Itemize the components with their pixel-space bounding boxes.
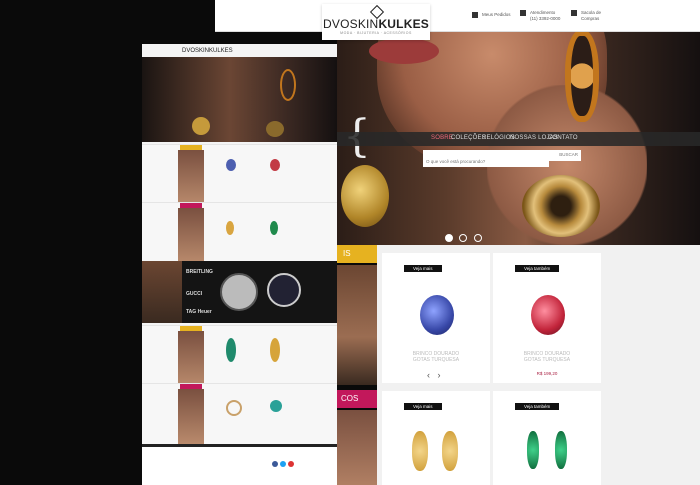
preview-ring-2 (266, 121, 284, 137)
nav-item-colecoes[interactable]: COLEÇÕES (451, 135, 486, 141)
cart-label: Sacola de (581, 10, 602, 16)
next-arrow-icon[interactable]: › (438, 370, 441, 380)
carousel-dots (445, 229, 484, 245)
earring-image (565, 30, 599, 122)
section-label-text: COS (341, 394, 359, 403)
preview-earring-gold (226, 221, 234, 235)
product-card[interactable]: Veja também (493, 391, 601, 485)
carousel-dot-3[interactable] (473, 234, 482, 242)
carousel-dot-1[interactable] (445, 234, 453, 242)
product-price: R$ 199,20 (536, 371, 558, 376)
preview-bracelet (226, 400, 242, 416)
preview-watch-face-2 (267, 273, 301, 307)
bag-icon (571, 10, 577, 16)
brand-logo[interactable]: DVOSKINKULKES MODA · BIJUTERIA · ACESSÓR… (322, 4, 430, 40)
cart-link[interactable]: Sacola de Compras (571, 10, 601, 21)
preview-earring (280, 69, 296, 101)
gem-ring-image (522, 175, 600, 237)
product-name: BRINCO DOURADO GOTAS TURQUESA (412, 351, 460, 363)
section-label-pink: COS (337, 390, 377, 408)
products-grid: Veja mais BRINCO DOURADO GOTAS TURQUESA … (377, 245, 700, 485)
preview-logo: DVOSKINKULKES (182, 48, 233, 54)
orders-icon (472, 12, 478, 18)
service-phone: (11) 3392-0000 (530, 16, 561, 21)
preview-ring-blue (226, 159, 236, 171)
preview-hero (142, 57, 337, 142)
search-input[interactable] (423, 156, 549, 167)
header-bar: Meus Pedidos Atendimento (11) 3392-0000 … (215, 0, 700, 32)
product-name: BRINCO DOURADO GOTAS TURQUESA (523, 351, 571, 363)
nav-item-contato[interactable]: CONTATO (548, 135, 578, 141)
model-lips (369, 38, 439, 64)
orders-label: Meus Pedidos (482, 12, 511, 18)
cart-label-2: Compras (581, 16, 600, 21)
watch-brand: GUCCI (186, 291, 203, 297)
watch-brand: TAG Heuer (186, 309, 212, 315)
gold-ring-image (341, 165, 389, 227)
preview-earring-green (270, 221, 278, 235)
preview-necklace-gold (270, 338, 280, 362)
preview-footer (142, 444, 337, 485)
green-earring-image (555, 431, 567, 469)
see-also-tag[interactable]: Veja também (515, 403, 560, 410)
twitter-icon (280, 461, 286, 467)
preview-band-4 (142, 383, 337, 444)
preview-model-image (178, 208, 204, 263)
preview-watch-banner: BREITLING GUCCI TAG Heuer (142, 261, 337, 323)
youtube-icon (288, 461, 294, 467)
preview-ring-red (270, 159, 280, 171)
preview-band-1 (142, 144, 337, 205)
preview-bracelet-2 (270, 400, 282, 412)
see-more-tag[interactable]: Veja mais (404, 403, 442, 410)
service-info: Atendimento (11) 3392-0000 (520, 10, 560, 21)
logo-tagline: MODA · BIJUTERIA · ACESSÓRIOS (340, 31, 412, 35)
facebook-icon (272, 461, 278, 467)
see-also-tag[interactable]: Veja também (515, 265, 560, 272)
preview-watch-face (220, 273, 258, 311)
green-earring-image (527, 431, 539, 469)
preview-band-3 (142, 325, 337, 386)
preview-ring (192, 117, 210, 135)
prev-arrow-icon[interactable]: ‹ (427, 370, 430, 380)
search-button[interactable]: BUSCAR (559, 152, 578, 157)
blue-ring-image (420, 295, 454, 335)
product-card[interactable]: Veja mais (382, 391, 490, 485)
section-label-text: IS (343, 249, 351, 258)
carousel-dot-2[interactable] (459, 234, 468, 242)
red-ring-image (531, 295, 565, 335)
preview-model-image (178, 389, 204, 444)
carousel-arrows: ‹ › (427, 370, 441, 380)
section-model-image (337, 265, 377, 385)
preview-necklace-green (226, 338, 236, 362)
watch-brand: BREITLING (186, 269, 213, 275)
gold-earring-image (412, 431, 428, 471)
my-orders-link[interactable]: Meus Pedidos (472, 12, 511, 18)
preview-model-image (178, 331, 204, 386)
logo-text: DVOSKINKULKES (322, 17, 430, 31)
preview-band-2 (142, 202, 337, 263)
gold-earring-image (442, 431, 458, 471)
service-label: Atendimento (530, 10, 556, 16)
user-icon (520, 10, 526, 16)
nav-item-sobre[interactable]: SOBRE (431, 135, 453, 141)
product-card[interactable]: Veja mais BRINCO DOURADO GOTAS TURQUESA (382, 253, 490, 383)
logo-light: DVOSKIN (323, 17, 379, 31)
product-card[interactable]: Veja também BRINCO DOURADO GOTAS TURQUES… (493, 253, 601, 383)
section-model-image-2 (337, 410, 377, 485)
logo-bold: KULKES (378, 17, 429, 31)
preview-watch-model (142, 261, 182, 323)
search-box: BUSCAR (423, 150, 581, 167)
main-nav: SOBRE COLEÇÕES RELÓGIOS NOSSAS LOJAS CON… (337, 132, 700, 146)
full-page-preview: DVOSKINKULKES BREITLING GUCCI TAG Heuer (142, 44, 337, 485)
see-more-tag[interactable]: Veja mais (404, 265, 442, 272)
section-label-gold: IS (337, 245, 377, 263)
preview-model-image (178, 150, 204, 205)
